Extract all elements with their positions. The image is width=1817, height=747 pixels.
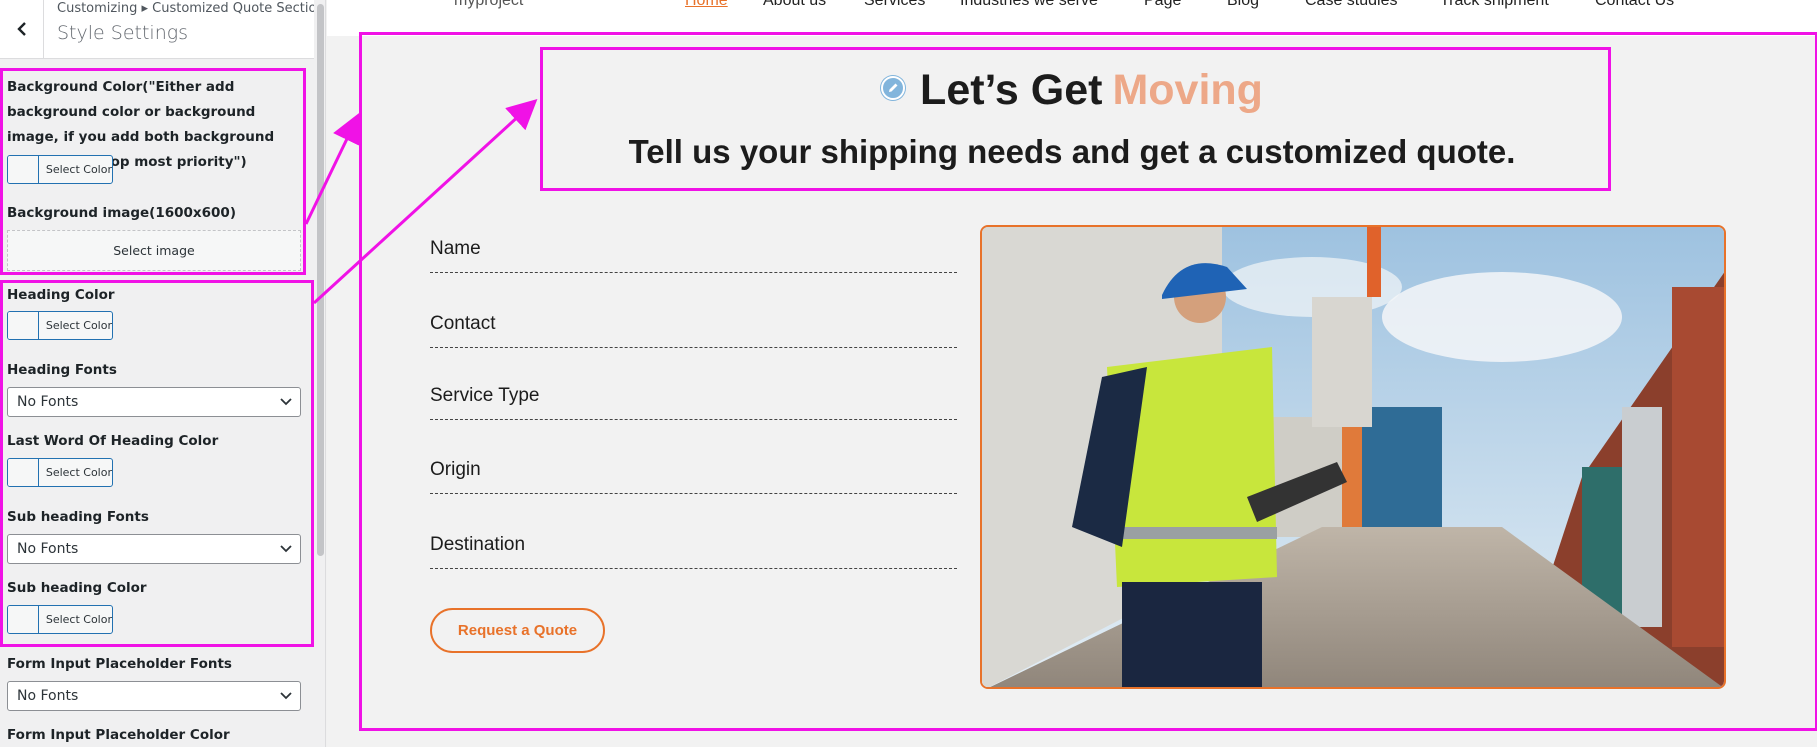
back-button[interactable] <box>0 0 44 58</box>
nav-link-case-studies[interactable]: Case studies <box>1305 0 1398 10</box>
nav-link-home[interactable]: Home <box>685 0 728 10</box>
nav-link-about[interactable]: About us <box>763 0 826 10</box>
chevron-left-icon <box>16 22 26 36</box>
site-preview: myproject Home About us Services Industr… <box>327 0 1817 747</box>
nav-link-contact[interactable]: Contact Us <box>1595 0 1674 10</box>
chevron-down-icon <box>280 692 292 700</box>
heading-annotation-box <box>540 47 1611 191</box>
site-nav: myproject Home About us Services Industr… <box>327 0 1817 36</box>
placeholder-fonts-select[interactable]: No Fonts <box>7 681 301 711</box>
bg-settings-annotation-box <box>0 68 306 275</box>
sidebar-header: Customizing ▸ Customized Quote Section S… <box>0 0 325 59</box>
placeholder-color-label: Form Input Placeholder Color <box>7 727 230 743</box>
panel-title: Style Settings <box>57 22 189 44</box>
placeholder-fonts-value: No Fonts <box>17 688 79 704</box>
heading-settings-annotation-box <box>0 280 314 647</box>
scrollbar-thumb[interactable] <box>317 4 324 556</box>
placeholder-fonts-label: Form Input Placeholder Fonts <box>7 656 232 672</box>
nav-link-page[interactable]: Page <box>1144 0 1181 10</box>
sidebar-scrollbar[interactable] <box>314 0 325 747</box>
nav-link-services[interactable]: Services <box>864 0 925 10</box>
breadcrumb: Customizing ▸ Customized Quote Section <box>57 1 325 16</box>
site-brand[interactable]: myproject <box>454 0 523 10</box>
nav-link-track-shipment[interactable]: Track shipment <box>1440 0 1549 10</box>
nav-link-industries[interactable]: Industries we serve <box>960 0 1098 10</box>
nav-link-blog[interactable]: Blog <box>1227 0 1259 10</box>
